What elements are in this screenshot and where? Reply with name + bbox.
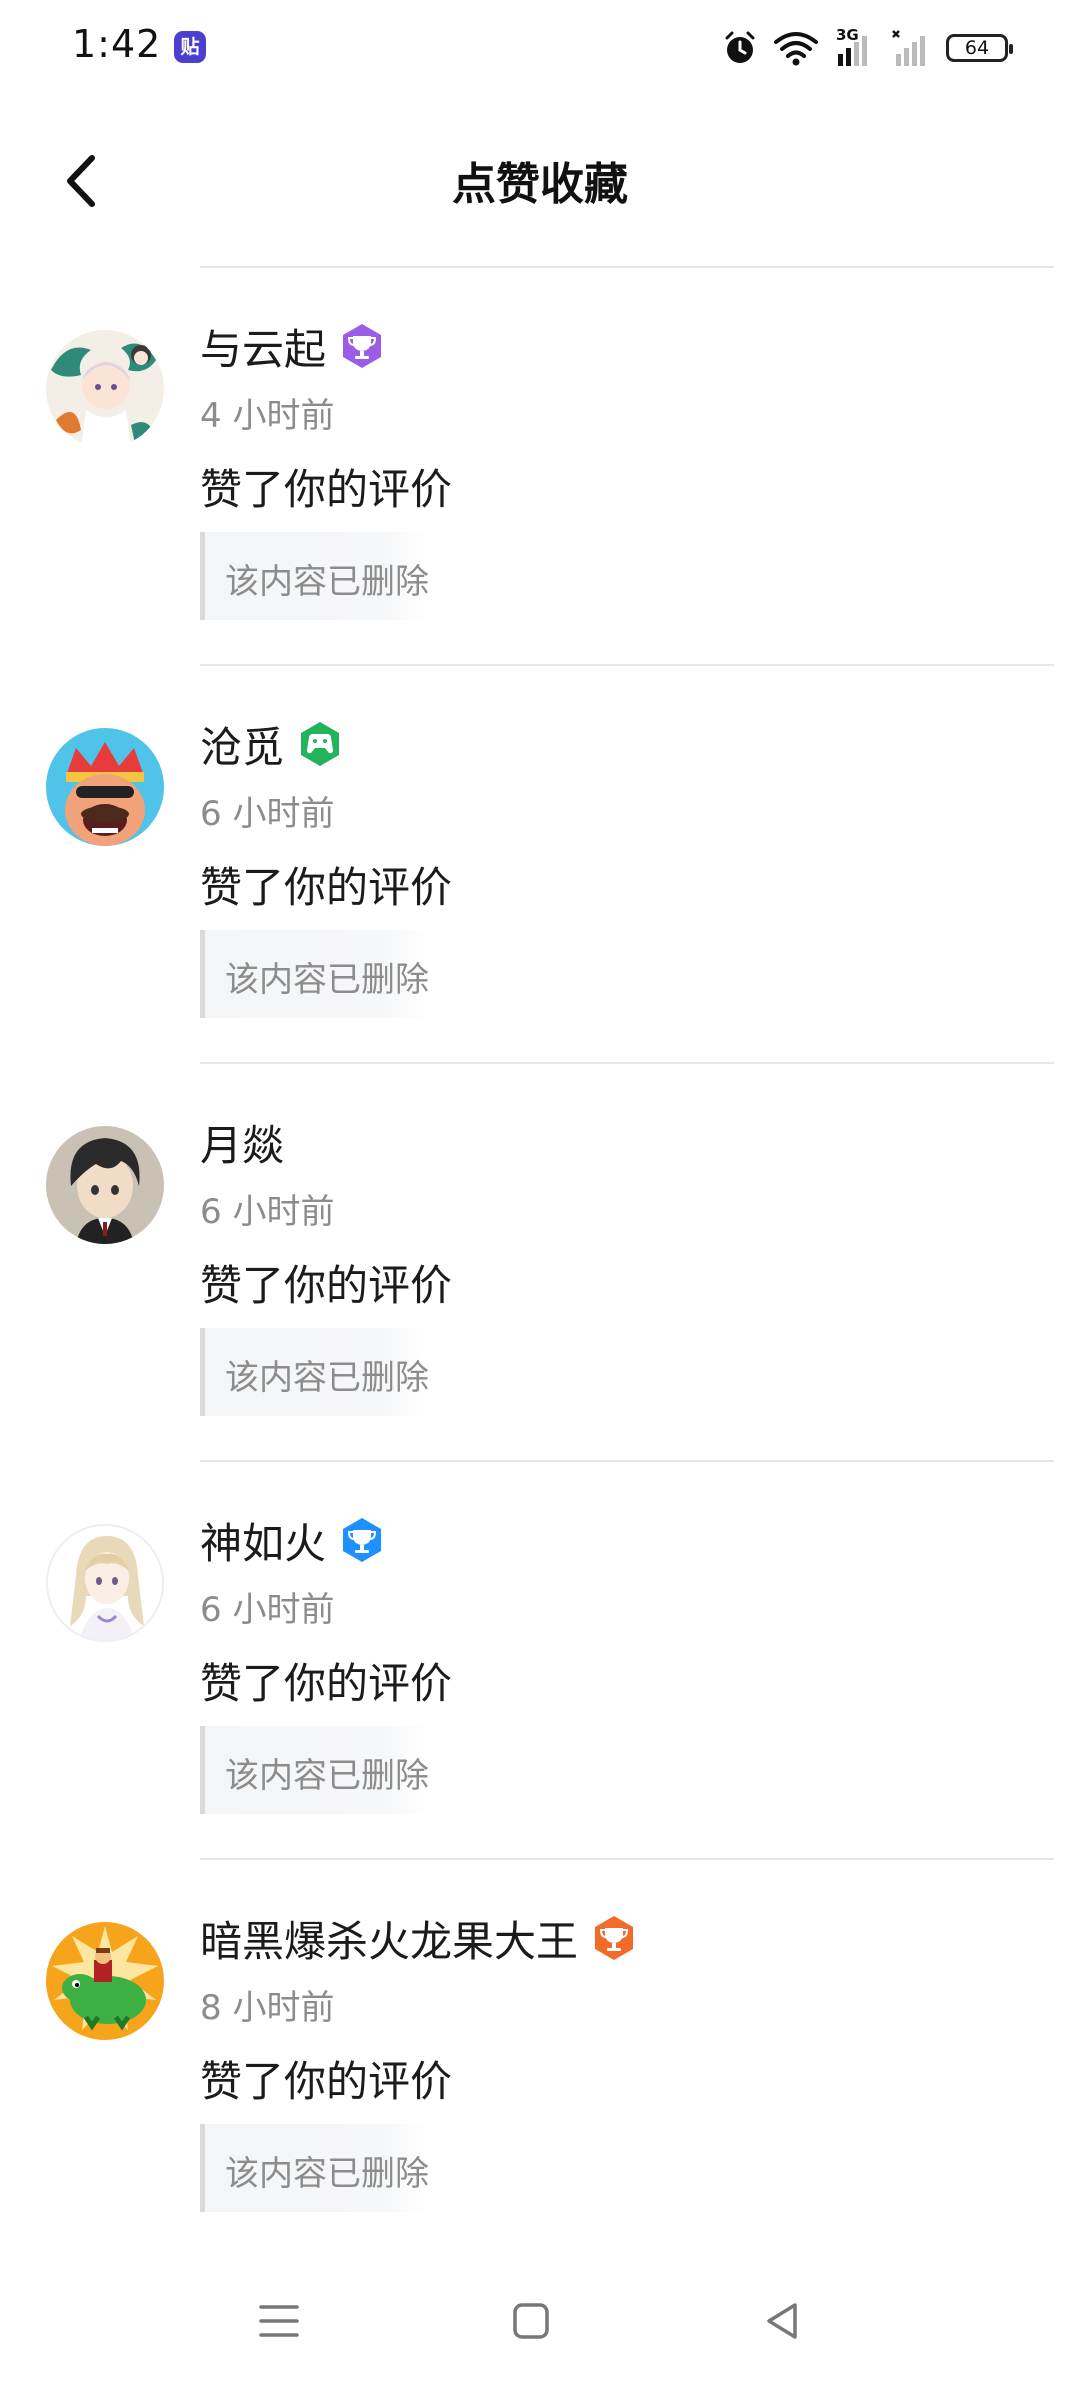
pixel-dino-avatar-image [46,1922,164,2040]
status-time: 1:42 [72,22,162,66]
trophy-badge-icon [595,1916,634,1960]
alarm-icon [725,31,755,63]
anime-boy-avatar-image [46,1126,164,1244]
trophy-badge-icon [343,324,382,368]
user-row: 神如火 [200,1510,386,1570]
top-app-bar: 点赞收藏 [0,96,1080,266]
avatar[interactable] [46,1126,164,1244]
timestamp: 6 小时前 [200,794,335,834]
app-notification-icon: 贴 [174,31,206,63]
avatar[interactable] [46,728,164,846]
notification-item[interactable]: 与云起 4 小时前 赞了你的评价 该内容已删除 [0,266,1080,664]
divider [200,1460,1054,1462]
mobile-signal-3g: 3G [834,26,874,68]
timestamp: 6 小时前 [200,1590,335,1630]
user-name[interactable]: 暗黑爆杀火龙果大王 [200,1908,578,1969]
back-triangle-icon [767,2303,797,2339]
user-name[interactable]: 沧觅 [200,714,284,775]
quoted-text: 该内容已删除 [225,960,429,1000]
status-icons: 3G 64 [722,26,1013,70]
quoted-text: 该内容已删除 [225,1756,429,1796]
status-bar: 1:42 贴 3G 64 [0,0,1080,96]
trophy-badge-icon [343,1518,382,1562]
timestamp: 4 小时前 [200,396,335,436]
notification-item[interactable]: 月燚 6 小时前 赞了你的评价 该内容已删除 [0,1062,1080,1460]
action-text: 赞了你的评价 [200,863,453,912]
menu-icon [259,2305,299,2337]
signal-no-service-icon [892,30,925,66]
notification-item[interactable]: 暗黑爆杀火龙果大王 8 小时前 赞了你的评价 该内容已删除 [0,1858,1080,2256]
quoted-content[interactable]: 该内容已删除 [200,532,429,620]
avatar[interactable] [46,1524,164,1642]
anime-dragon-avatar-image [46,330,164,448]
battery-indicator: 64 [946,34,1013,62]
nav-back-button[interactable] [738,2276,828,2366]
user-row: 月燚 [200,1112,284,1172]
recent-apps-button[interactable] [234,2276,324,2366]
avatar[interactable] [46,330,164,448]
quoted-text: 该内容已删除 [225,2154,429,2194]
gamepad-badge-icon [301,722,340,766]
action-text: 赞了你的评价 [200,1261,453,1310]
system-navigation-bar [0,2232,1080,2408]
user-row: 与云起 [200,316,386,376]
divider [200,1062,1054,1064]
action-text: 赞了你的评价 [200,1659,453,1708]
home-button[interactable] [486,2276,576,2366]
notification-item[interactable]: 神如火 6 小时前 赞了你的评价 该内容已删除 [0,1460,1080,1858]
user-row: 暗黑爆杀火龙果大王 [200,1908,638,1968]
quoted-content[interactable]: 该内容已删除 [200,2124,429,2212]
quoted-text: 该内容已删除 [225,562,429,602]
cartoon-king-avatar-image [46,728,164,846]
action-text: 赞了你的评价 [200,465,453,514]
quoted-content[interactable]: 该内容已删除 [200,1328,429,1416]
avatar[interactable] [46,1922,164,2040]
divider [200,266,1054,268]
anime-girl-avatar-image [48,1526,162,1640]
user-row: 沧觅 [200,714,344,774]
quoted-content[interactable]: 该内容已删除 [200,930,429,1018]
quoted-text: 该内容已删除 [225,1358,429,1398]
notification-list: 与云起 4 小时前 赞了你的评价 该内容已删除 沧觅 6 小时前 赞了你的评价 … [0,266,1080,2256]
quoted-content[interactable]: 该内容已删除 [200,1726,429,1814]
timestamp: 6 小时前 [200,1192,335,1232]
divider [200,1858,1054,1860]
user-name[interactable]: 月燚 [200,1112,284,1173]
timestamp: 8 小时前 [200,1988,335,2028]
divider [200,664,1054,666]
action-text: 赞了你的评价 [200,2057,453,2106]
user-name[interactable]: 与云起 [200,316,326,377]
page-title: 点赞收藏 [452,159,628,210]
home-square-icon [513,2303,549,2339]
notification-item[interactable]: 沧觅 6 小时前 赞了你的评价 该内容已删除 [0,664,1080,1062]
wifi-icon [774,32,818,66]
user-name[interactable]: 神如火 [200,1510,326,1571]
